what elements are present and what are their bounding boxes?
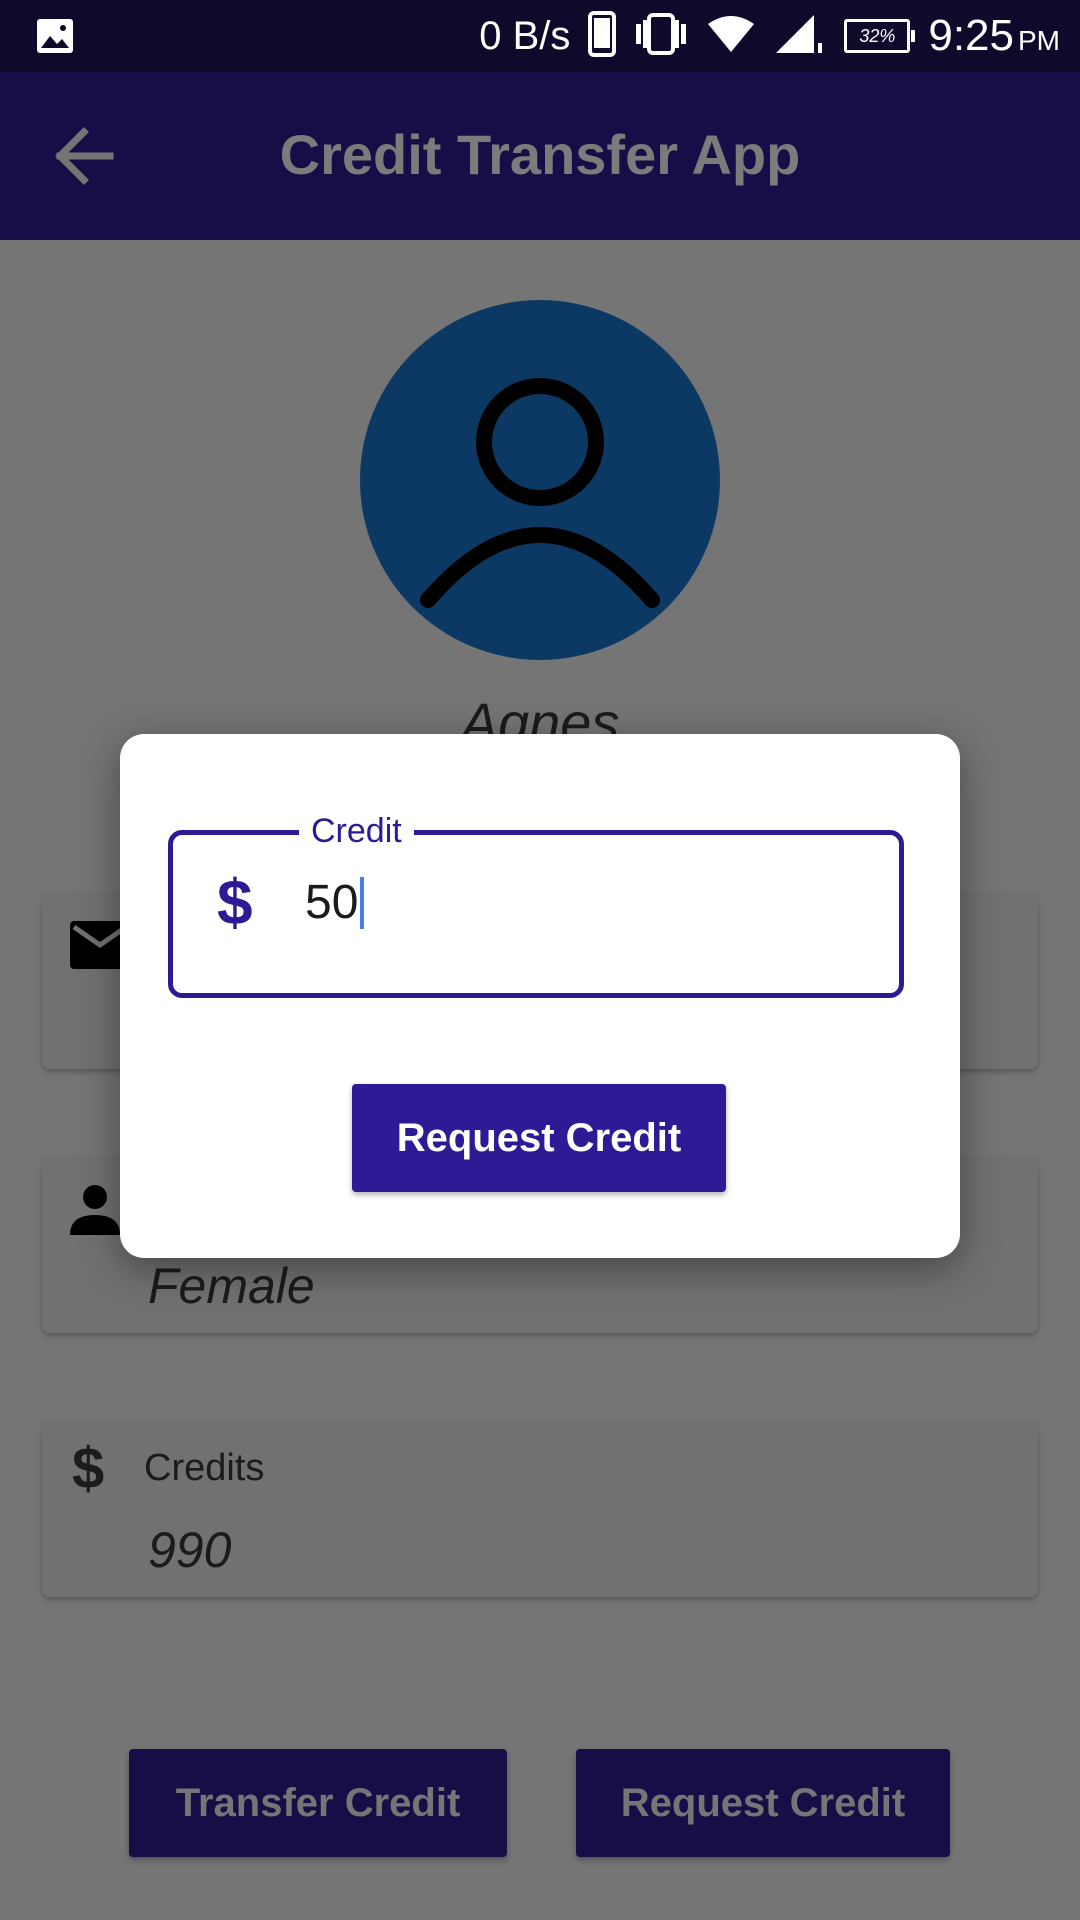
gender-value: Female bbox=[148, 1258, 315, 1314]
email-icon bbox=[68, 919, 130, 977]
wifi-icon bbox=[706, 14, 756, 59]
battery-icon: 32% bbox=[844, 19, 916, 53]
app-bar: Credit Transfer App bbox=[0, 72, 1080, 240]
clock: 9:25 PM bbox=[928, 11, 1060, 61]
clock-time: 9:25 bbox=[928, 11, 1014, 60]
text-caret bbox=[360, 876, 365, 929]
signal-icon bbox=[774, 13, 826, 60]
dialog-request-credit-button[interactable]: Request Credit bbox=[352, 1084, 726, 1192]
image-icon bbox=[36, 18, 74, 59]
request-credit-button[interactable]: Request Credit bbox=[576, 1749, 950, 1857]
credit-field[interactable]: Credit $ 50 bbox=[168, 811, 904, 998]
dollar-icon: $ bbox=[217, 866, 253, 938]
vibrate-icon bbox=[634, 12, 688, 61]
credit-field-label: Credit bbox=[299, 811, 414, 851]
credits-label: Credits bbox=[144, 1447, 265, 1489]
status-bar: 0 B/s 32% 9:25 PM bbox=[0, 0, 1080, 72]
credit-input-value: 50 bbox=[305, 876, 359, 929]
transfer-credit-button[interactable]: Transfer Credit bbox=[129, 1749, 507, 1857]
credit-input[interactable]: 50 bbox=[305, 875, 365, 930]
avatar bbox=[360, 300, 720, 660]
person-outline-icon bbox=[420, 378, 660, 608]
person-icon bbox=[68, 1183, 126, 1241]
clock-ampm: PM bbox=[1018, 25, 1060, 56]
dollar-icon: $ bbox=[72, 1436, 105, 1501]
credits-card: $ Credits 990 bbox=[42, 1421, 1038, 1597]
network-speed: 0 B/s bbox=[479, 13, 571, 58]
credits-value: 990 bbox=[148, 1522, 232, 1578]
request-credit-dialog: Credit $ 50 Request Credit bbox=[120, 734, 960, 1258]
phone-icon bbox=[588, 10, 617, 62]
battery-percent: 32% bbox=[859, 25, 896, 46]
page-title: Credit Transfer App bbox=[279, 123, 801, 186]
